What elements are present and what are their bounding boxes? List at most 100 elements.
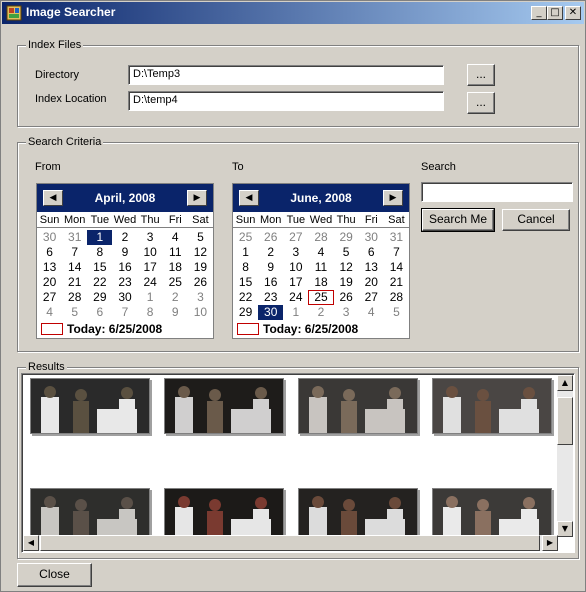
- from-day-cell[interactable]: 15: [87, 260, 112, 275]
- to-day-cell[interactable]: 4: [359, 305, 384, 320]
- from-day-cell[interactable]: 8: [87, 245, 112, 260]
- to-day-cell[interactable]: 30: [359, 230, 384, 245]
- cancel-button[interactable]: Cancel: [502, 209, 570, 231]
- from-day-cell[interactable]: 5: [188, 230, 213, 245]
- to-day-cell[interactable]: 26: [258, 230, 283, 245]
- from-today-row[interactable]: Today: 6/25/2008: [41, 322, 211, 336]
- to-day-cell[interactable]: 21: [384, 275, 409, 290]
- to-day-cell[interactable]: 1: [233, 245, 258, 260]
- close-window-button[interactable]: ✕: [565, 6, 581, 20]
- results-panel[interactable]: ▲ ▼ ◀ ▶: [21, 373, 575, 553]
- from-day-cell[interactable]: 2: [112, 230, 137, 245]
- to-day-cell[interactable]: 14: [384, 260, 409, 275]
- to-day-cell[interactable]: 10: [283, 260, 308, 275]
- scroll-right-button[interactable]: ▶: [542, 535, 558, 551]
- result-thumbnail[interactable]: [30, 378, 150, 434]
- close-button[interactable]: Close: [17, 563, 92, 587]
- directory-browse-button[interactable]: ...: [467, 64, 495, 86]
- from-day-cell[interactable]: 20: [37, 275, 62, 290]
- to-calendar[interactable]: ◀ June, 2008 ▶ Sun Mon Tue Wed Thu Fri S…: [232, 183, 410, 339]
- result-thumbnail[interactable]: [164, 378, 284, 434]
- from-day-cell[interactable]: 2: [163, 290, 188, 305]
- to-day-cell[interactable]: 2: [308, 305, 333, 320]
- to-day-cell[interactable]: 29: [233, 305, 258, 320]
- from-day-cell[interactable]: 14: [62, 260, 87, 275]
- to-day-cell[interactable]: 20: [359, 275, 384, 290]
- from-day-cell[interactable]: 9: [163, 305, 188, 320]
- from-day-cell[interactable]: 27: [37, 290, 62, 305]
- from-day-cell[interactable]: 10: [188, 305, 213, 320]
- from-day-cell[interactable]: 17: [138, 260, 163, 275]
- from-day-cell[interactable]: 18: [163, 260, 188, 275]
- horizontal-scroll-thumb[interactable]: [40, 535, 540, 551]
- to-day-cell[interactable]: 3: [334, 305, 359, 320]
- to-day-cell[interactable]: 25: [233, 230, 258, 245]
- to-day-cell[interactable]: 9: [258, 260, 283, 275]
- index-location-field[interactable]: D:\temp4: [128, 91, 444, 111]
- from-day-cell[interactable]: 13: [37, 260, 62, 275]
- directory-field[interactable]: D:\Temp3: [128, 65, 444, 85]
- result-thumbnail[interactable]: [432, 378, 552, 434]
- to-day-cell[interactable]: 6: [359, 245, 384, 260]
- to-day-cell[interactable]: 2: [258, 245, 283, 260]
- to-day-cell[interactable]: 17: [283, 275, 308, 290]
- index-location-browse-button[interactable]: ...: [467, 92, 495, 114]
- from-day-cell[interactable]: 26: [188, 275, 213, 290]
- to-day-cell[interactable]: 15: [233, 275, 258, 290]
- from-next-month-button[interactable]: ▶: [187, 190, 207, 206]
- to-day-cell[interactable]: 27: [283, 230, 308, 245]
- from-day-cell[interactable]: 6: [87, 305, 112, 320]
- from-day-cell[interactable]: 28: [62, 290, 87, 305]
- to-day-cell[interactable]: 1: [283, 305, 308, 320]
- from-day-cell[interactable]: 1: [87, 230, 113, 245]
- from-day-cell[interactable]: 21: [62, 275, 87, 290]
- to-day-cell[interactable]: 18: [308, 275, 333, 290]
- to-day-cell[interactable]: 8: [233, 260, 258, 275]
- from-day-cell[interactable]: 7: [62, 245, 87, 260]
- vertical-scrollbar[interactable]: ▲ ▼: [557, 375, 573, 537]
- from-day-cell[interactable]: 10: [138, 245, 163, 260]
- from-day-cell[interactable]: 22: [87, 275, 112, 290]
- from-day-cell[interactable]: 19: [188, 260, 213, 275]
- from-day-cell[interactable]: 24: [138, 275, 163, 290]
- to-day-cell[interactable]: 29: [334, 230, 359, 245]
- from-day-cell[interactable]: 25: [163, 275, 188, 290]
- from-day-cell[interactable]: 11: [163, 245, 188, 260]
- maximize-button[interactable]: □: [547, 6, 563, 20]
- to-day-cell[interactable]: 22: [233, 290, 258, 305]
- horizontal-scrollbar[interactable]: ◀ ▶: [23, 535, 558, 551]
- to-day-cell[interactable]: 27: [359, 290, 384, 305]
- from-day-cell[interactable]: 5: [62, 305, 87, 320]
- to-day-cell[interactable]: 7: [384, 245, 409, 260]
- scroll-down-button[interactable]: ▼: [557, 521, 573, 537]
- from-day-cell[interactable]: 30: [112, 290, 137, 305]
- to-today-row[interactable]: Today: 6/25/2008: [237, 322, 407, 336]
- to-day-cell[interactable]: 13: [359, 260, 384, 275]
- to-day-cell[interactable]: 12: [334, 260, 359, 275]
- from-day-cell[interactable]: 16: [112, 260, 137, 275]
- scroll-up-button[interactable]: ▲: [557, 375, 573, 391]
- to-day-cell[interactable]: 5: [384, 305, 409, 320]
- to-day-cell[interactable]: 23: [258, 290, 283, 305]
- to-next-month-button[interactable]: ▶: [383, 190, 403, 206]
- to-day-cell[interactable]: 28: [308, 230, 333, 245]
- from-day-cell[interactable]: 31: [62, 230, 87, 245]
- to-day-cell[interactable]: 30: [258, 305, 284, 320]
- from-day-cell[interactable]: 29: [87, 290, 112, 305]
- from-day-cell[interactable]: 4: [37, 305, 62, 320]
- to-day-cell[interactable]: 25: [308, 290, 334, 305]
- to-day-cell[interactable]: 5: [334, 245, 359, 260]
- to-day-cell[interactable]: 31: [384, 230, 409, 245]
- from-day-cell[interactable]: 30: [37, 230, 62, 245]
- from-calendar[interactable]: ◀ April, 2008 ▶ Sun Mon Tue Wed Thu Fri …: [36, 183, 214, 339]
- to-day-cell[interactable]: 19: [334, 275, 359, 290]
- from-day-cell[interactable]: 8: [138, 305, 163, 320]
- to-day-cell[interactable]: 11: [308, 260, 333, 275]
- to-day-cell[interactable]: 16: [258, 275, 283, 290]
- vertical-scroll-thumb[interactable]: [557, 397, 573, 445]
- to-day-cell[interactable]: 3: [283, 245, 308, 260]
- to-day-cell[interactable]: 24: [283, 290, 308, 305]
- result-thumbnail[interactable]: [298, 378, 418, 434]
- from-day-cell[interactable]: 1: [138, 290, 163, 305]
- from-day-cell[interactable]: 6: [37, 245, 62, 260]
